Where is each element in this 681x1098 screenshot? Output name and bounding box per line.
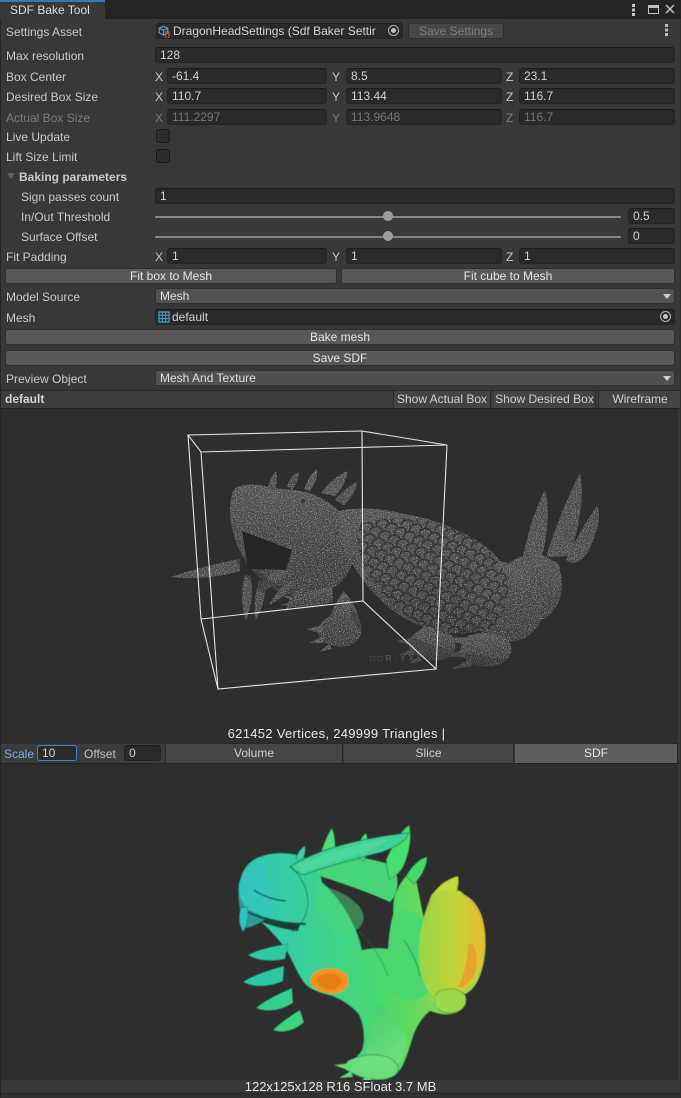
svg-text:□□R·YX: □□R·YX bbox=[370, 654, 417, 663]
svg-text:{}: {} bbox=[164, 30, 170, 38]
